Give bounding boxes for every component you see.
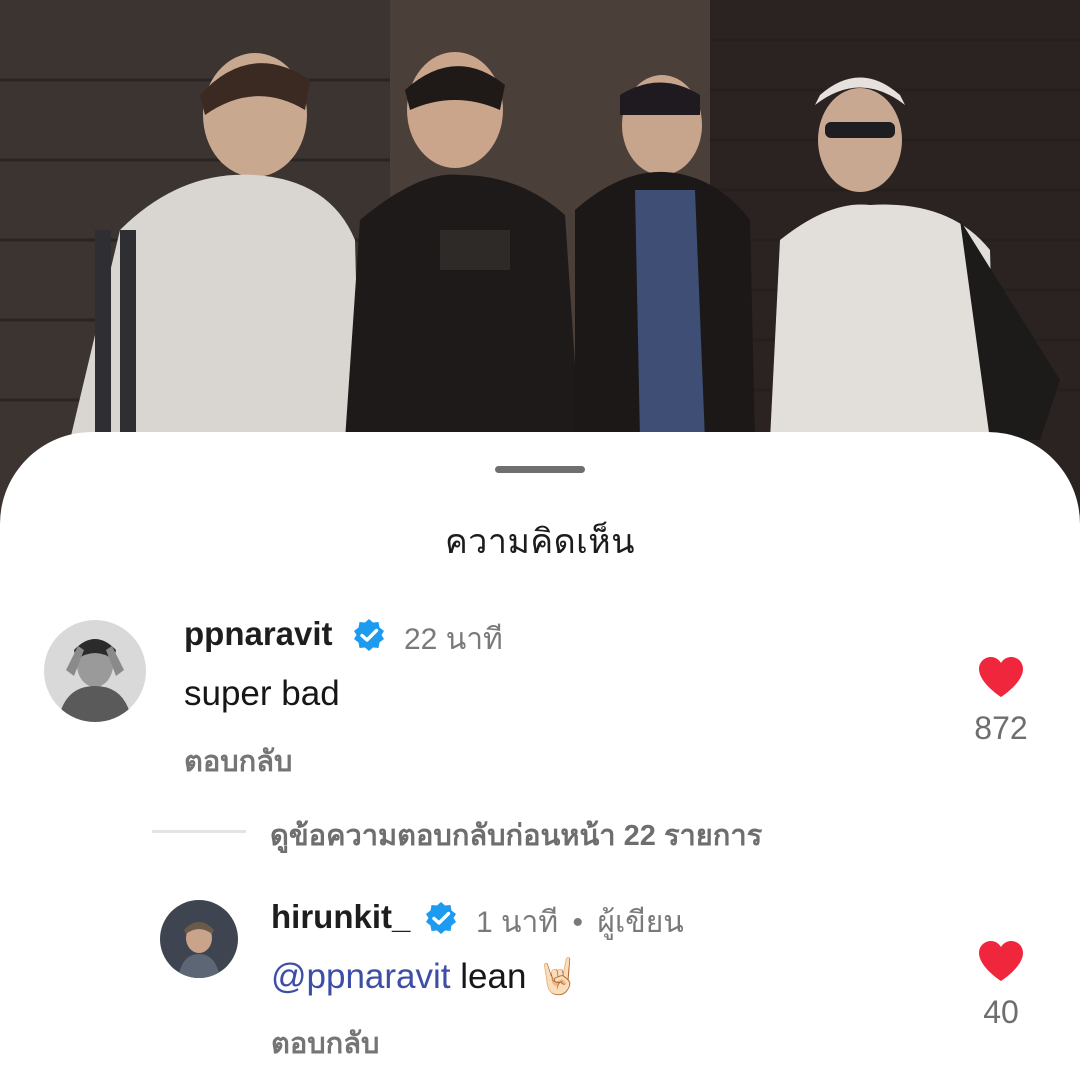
author-label: ผู้เขียน (597, 906, 684, 939)
rock-hand-emoji: 🤘🏻 (536, 957, 580, 996)
heart-icon (979, 941, 1023, 981)
verified-badge-icon (354, 619, 384, 651)
reply-button[interactable]: ตอบกลับ (184, 738, 292, 784)
like-button[interactable]: 40 (961, 940, 1041, 1031)
view-previous-replies-button[interactable]: ดูข้อความตอบกลับก่อนหน้า 22 รายการ (152, 810, 912, 854)
avatar-image (160, 900, 238, 978)
comment-text: super bad (184, 674, 340, 713)
thread-divider-line (152, 830, 246, 833)
reply-text-body: lean (450, 957, 537, 996)
view-previous-replies-label: ดูข้อความตอบกลับก่อนหน้า 22 รายการ (270, 820, 763, 852)
reply-text: @ppnaravit lean 🤘🏻 (271, 956, 580, 997)
reply-time: 1 นาที (476, 906, 559, 939)
meta-separator: • (572, 906, 584, 939)
like-count: 872 (974, 710, 1028, 746)
like-button[interactable]: 872 (961, 656, 1041, 747)
like-count: 40 (983, 994, 1019, 1030)
sheet-drag-handle[interactable] (495, 466, 585, 473)
reply-timestamp: 1 นาที • ผู้เขียน (476, 899, 684, 946)
verified-badge-icon (426, 902, 456, 934)
avatar[interactable] (160, 900, 238, 978)
reply-button[interactable]: ตอบกลับ (271, 1020, 379, 1066)
reply-username[interactable]: hirunkit_ (271, 898, 410, 936)
avatar[interactable] (44, 620, 146, 722)
comment-timestamp: 22 นาที (404, 623, 503, 656)
heart-icon (979, 657, 1023, 697)
comment-username[interactable]: ppnaravit (184, 615, 333, 653)
sheet-title: ความคิดเห็น (445, 523, 635, 561)
mention-link[interactable]: @ppnaravit (271, 957, 451, 996)
avatar-image (44, 620, 146, 722)
